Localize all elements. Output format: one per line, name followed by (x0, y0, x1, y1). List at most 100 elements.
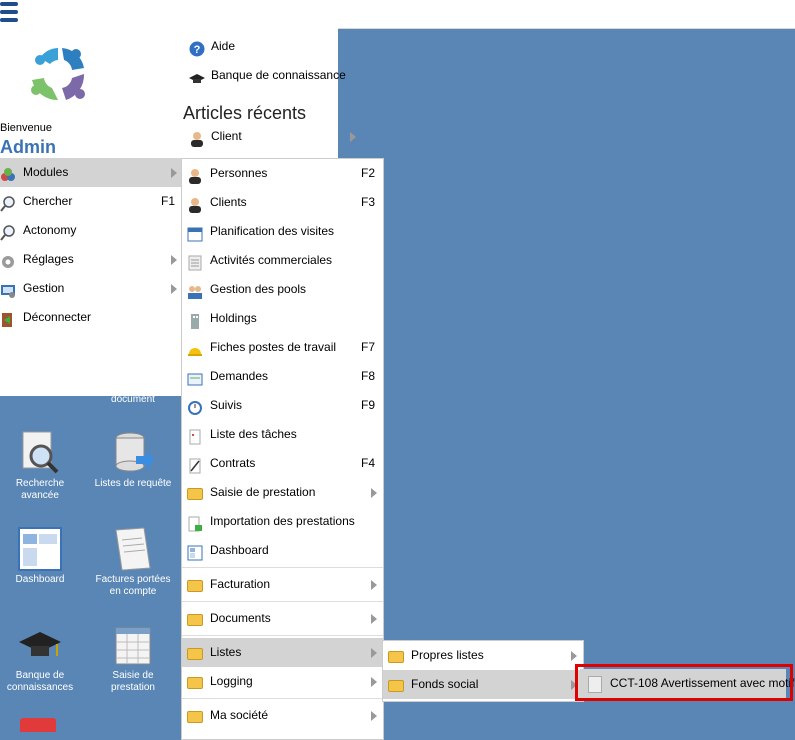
listes-submenu: Propres listes Fonds social (382, 640, 584, 702)
submenu-item-planification-des-visites[interactable]: Planification des visites (182, 217, 383, 246)
submenu-item-saisie-de-prestation[interactable]: Saisie de prestation (182, 478, 383, 507)
graduation-cap-icon (17, 622, 63, 668)
search-icon (0, 194, 16, 212)
folder-icon (187, 648, 203, 660)
chevron-right-icon (171, 255, 177, 265)
submenu-item-label: Planification des visites (210, 224, 335, 238)
desktop-icon-dashboard[interactable]: Dashboard (0, 526, 80, 586)
folder-icon (187, 580, 203, 592)
submenu-item-liste-des-t-ches[interactable]: Liste des tâches (182, 420, 383, 449)
submenu-item-social-fund[interactable]: Fonds social (383, 670, 583, 699)
link-label: Banque de connaissance (211, 68, 346, 82)
submenu-item-gestion-des-pools[interactable]: Gestion des pools (182, 275, 383, 304)
desktop-icon-invoices[interactable]: Factures portées en compte (93, 526, 173, 598)
submenu-item-label: Holdings (210, 311, 257, 325)
chevron-right-icon (371, 677, 377, 687)
shortcut-label: F1 (160, 194, 175, 208)
menu-item-settings[interactable]: Réglages (0, 245, 182, 274)
submenu-item-ma-soci-t-[interactable]: Ma société (182, 701, 383, 730)
menu-item-search[interactable]: Chercher F1 (0, 187, 182, 216)
menu-item-label: Déconnecter (23, 310, 92, 324)
menu-item-label: Réglages (23, 252, 74, 266)
shortcut-label: F3 (360, 195, 375, 209)
desktop-icon-advanced-search[interactable]: Recherche avancée (0, 430, 80, 502)
menu-item-actonomy[interactable]: Actonomy (0, 216, 182, 245)
desktop-icon-query-lists[interactable]: Listes de requête (93, 430, 173, 490)
modules-icon (0, 165, 16, 181)
top-bar (0, 0, 795, 29)
desktop-icon-knowledge-base[interactable]: Banque de connaissances (0, 622, 80, 694)
link-label: Aide (211, 39, 236, 53)
menu-separator (182, 601, 383, 602)
submenu-item-label: Demandes (210, 369, 269, 383)
menu-item-modules[interactable]: Modules (0, 158, 182, 187)
menu-separator (182, 635, 383, 636)
submenu-item-contrats[interactable]: Contrats F4 (182, 449, 383, 478)
submenu-item-listes[interactable]: Listes (182, 638, 383, 667)
submenu-item-label: Clients (210, 195, 247, 209)
start-left-menu: Modules Chercher F1 Actonomy Réglages Ge… (0, 158, 182, 332)
shortcut-label: F2 (360, 166, 375, 180)
link-help[interactable]: ? Aide (183, 32, 366, 61)
desktop-icon-service-entry[interactable]: Saisie de prestation (93, 622, 173, 694)
submenu-item-clients[interactable]: Clients F3 (182, 188, 383, 217)
submenu-item-label: Contrats (210, 456, 256, 470)
submenu-item-label: Gestion des pools (210, 282, 307, 296)
magnifier-document-icon (17, 430, 63, 476)
recent-item-client[interactable]: Client (183, 122, 366, 151)
folder-icon (388, 651, 404, 663)
clock-icon (187, 398, 203, 415)
recent-item-label: Client (211, 129, 242, 143)
desktop-icon-label: Banque de connaissances (6, 670, 74, 693)
submenu-item-fiches-postes-de-travail[interactable]: Fiches postes de travail F7 (182, 333, 383, 362)
submenu-item-label: Facturation (210, 577, 271, 591)
chevron-right-icon (571, 651, 577, 661)
desktop-icon-label: Saisie de prestation (111, 670, 155, 693)
link-knowledge-base[interactable]: Banque de connaissance (183, 61, 366, 90)
hamburger-menu-icon[interactable] (0, 0, 22, 26)
task-icon (187, 427, 203, 445)
submenu-item-label: Logging (210, 674, 253, 688)
submenu-item-label: Listes (210, 645, 242, 659)
user-name: Admin (0, 137, 56, 157)
gear-icon (0, 252, 16, 268)
submenu-item-facturation[interactable]: Facturation (182, 570, 383, 599)
help-icon: ? (189, 39, 205, 57)
submenu-item-label: Documents (210, 611, 271, 625)
submenu-item-logging[interactable]: Logging (182, 667, 383, 696)
submenu-item-demandes[interactable]: Demandes F8 (182, 362, 383, 391)
submenu-item-personnes[interactable]: Personnes F2 (182, 159, 383, 188)
shortcut-label: F8 (360, 369, 375, 383)
shortcut-label: F7 (360, 340, 375, 354)
folder-icon (388, 680, 404, 692)
menu-item-logout[interactable]: Déconnecter (0, 303, 182, 332)
group-icon (187, 282, 203, 299)
building-icon (187, 311, 203, 329)
desktop-icon-label: Listes de requête (94, 478, 172, 489)
submenu-item-documents[interactable]: Documents (182, 604, 383, 633)
submenu-item-activit-s-commerciales[interactable]: Activités commerciales (182, 246, 383, 275)
modules-submenu: Personnes F2 Clients F3 Planification des vi… (181, 158, 384, 740)
submenu-item-own-lists[interactable]: Propres listes (383, 641, 583, 670)
calendar-icon[interactable] (20, 718, 56, 732)
menu-separator (182, 567, 383, 568)
folder-icon (187, 614, 203, 626)
submenu-item-suivis[interactable]: Suivis F9 (182, 391, 383, 420)
submenu-item-label: Activités commerciales (210, 253, 333, 267)
menu-separator (182, 698, 383, 699)
submenu-item-holdings[interactable]: Holdings (182, 304, 383, 333)
submenu-item-importation-des-prestations[interactable]: Importation des prestations (182, 507, 383, 536)
menu-item-management[interactable]: Gestion (0, 274, 182, 303)
submenu-item-label: Importation des prestations (210, 514, 355, 528)
chevron-right-icon (371, 711, 377, 721)
submenu-item-label: Fiches postes de travail (210, 340, 337, 354)
person-icon (189, 129, 205, 147)
hardhat-icon (187, 340, 203, 356)
submenu-item-label: Personnes (210, 166, 268, 180)
submenu-item-dashboard[interactable]: Dashboard (182, 536, 383, 565)
import-icon (187, 514, 203, 532)
logout-icon (0, 310, 16, 327)
chevron-right-icon (371, 488, 377, 498)
menu-item-label: Chercher (23, 194, 73, 208)
folder-icon (187, 488, 203, 500)
